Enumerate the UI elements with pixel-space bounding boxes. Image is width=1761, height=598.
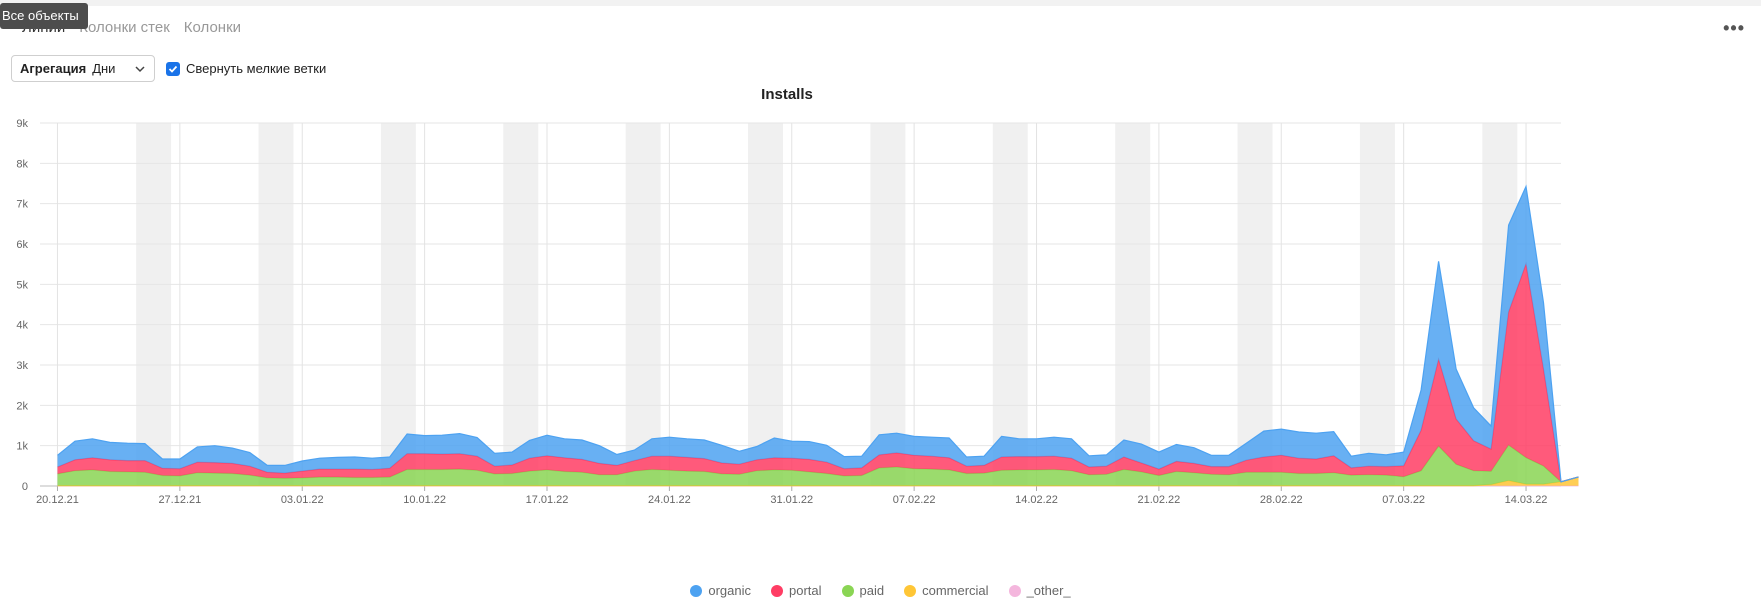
legend-item[interactable]: commercial [904,583,988,598]
legend-dot-icon [1009,585,1021,597]
y-tick-label: 6k [16,239,28,251]
y-tick-label: 7k [16,199,28,211]
x-tick-label: 20.12.21 [36,494,79,506]
weekend-band [626,123,661,486]
y-tick-label: 1k [16,441,28,453]
more-horizontal-icon[interactable]: ••• [1723,18,1745,39]
tab-columns[interactable]: Колонки [184,16,241,40]
chart-legend: organic portal paid commercial _other_ [0,583,1761,598]
x-tick-label: 14.03.22 [1505,494,1548,506]
installs-chart: 0 1k 2k 3k 4k 5k 6k 7k 8k 9k 20.12.21 27.12.21 03.01… [0,86,1761,578]
weekend-band [1115,123,1150,486]
x-tick-label: 07.03.22 [1382,494,1425,506]
x-tick-label: 24.01.22 [648,494,691,506]
collapse-small-branches-checkbox[interactable]: Свернуть мелкие ветки [166,61,326,76]
legend-item[interactable]: organic [690,583,751,598]
x-tick-label: 17.01.22 [526,494,569,506]
legend-dot-icon [904,585,916,597]
x-tick-label: 31.01.22 [770,494,813,506]
y-tick-label: 0 [22,481,28,493]
tooltip: Все объекты [0,3,88,29]
aggregation-select[interactable]: Агрегация Дни [11,55,155,82]
weekend-band [748,123,783,486]
weekend-band [993,123,1028,486]
y-tick-label: 8k [16,158,28,170]
legend-label: portal [789,583,822,598]
x-tick-label: 21.02.22 [1137,494,1180,506]
chevron-down-icon [134,63,146,75]
checkbox-label: Свернуть мелкие ветки [186,61,326,76]
chart-title: Installs [761,86,813,103]
y-tick-label: 4k [16,320,28,332]
weekend-band [503,123,538,486]
legend-label: organic [708,583,751,598]
checkbox-checked-icon [166,62,180,76]
legend-dot-icon [690,585,702,597]
legend-item[interactable]: paid [842,583,885,598]
y-tick-label: 5k [16,279,28,291]
y-tick-label: 9k [16,118,28,130]
x-tick-label: 03.01.22 [281,494,324,506]
aggregation-label: Агрегация [20,61,86,76]
weekend-band [381,123,416,486]
legend-label: paid [860,583,885,598]
weekend-band [136,123,171,486]
top-strip [0,0,1761,6]
weekend-band [870,123,905,486]
x-tick-label: 27.12.21 [158,494,201,506]
y-tick-label: 3k [16,360,28,372]
tab-stacked-columns[interactable]: Колонки стек [79,16,170,40]
legend-label: commercial [922,583,988,598]
weekend-band [1360,123,1395,486]
x-tick-label: 07.02.22 [893,494,936,506]
weekend-band [259,123,294,486]
x-tick-label: 14.02.22 [1015,494,1058,506]
legend-item[interactable]: portal [771,583,822,598]
x-tick-label: 10.01.22 [403,494,446,506]
aggregation-value: Дни [92,61,115,76]
legend-item[interactable]: _other_ [1009,583,1071,598]
legend-label: _other_ [1027,583,1071,598]
legend-dot-icon [842,585,854,597]
x-tick-label: 28.02.22 [1260,494,1303,506]
legend-dot-icon [771,585,783,597]
y-tick-label: 2k [16,400,28,412]
